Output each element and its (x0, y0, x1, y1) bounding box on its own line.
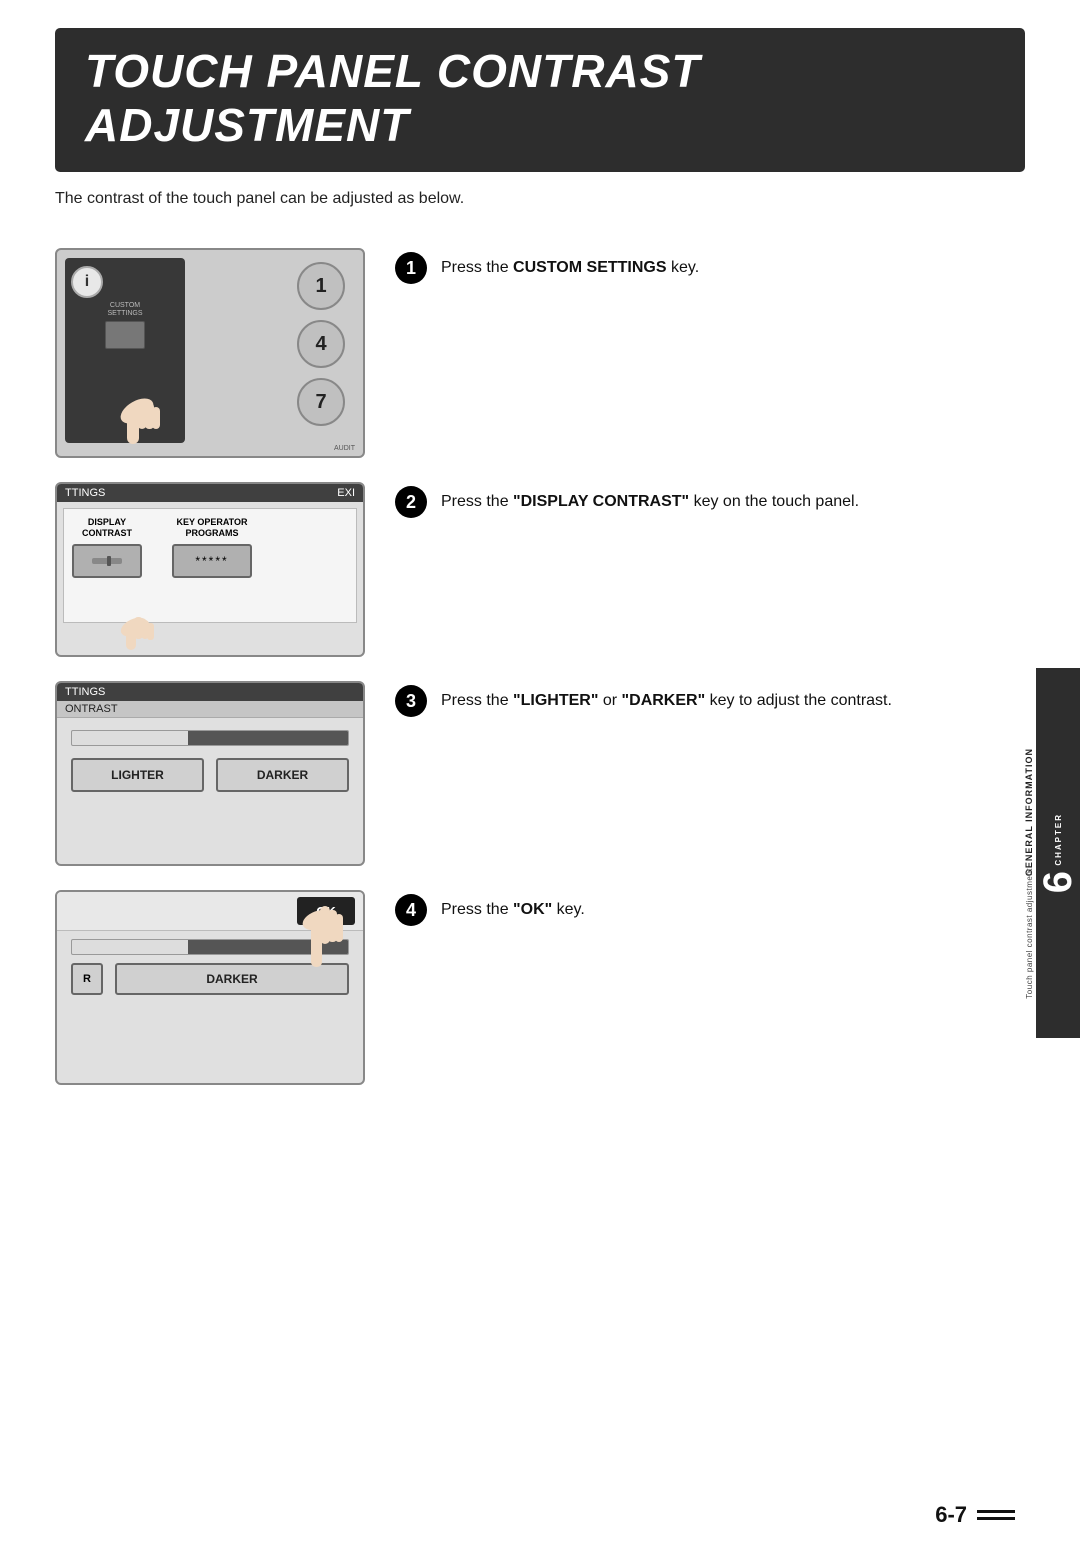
custom-settings-label: CUSTOMSETTINGS (71, 302, 179, 317)
step4-number: 4 (395, 894, 427, 926)
step2-number: 2 (395, 486, 427, 518)
step1-text-block: 1 Press the CUSTOM SETTINGS key. (365, 248, 1025, 284)
screen3-header: TTINGS (57, 683, 363, 701)
step-4: OK R DARKER (55, 890, 1025, 1085)
display-contrast-label: DISPLAYCONTRAST (82, 517, 132, 539)
page-line-2 (977, 1517, 1015, 1520)
step3-number: 3 (395, 685, 427, 717)
key-operator-label: KEY OPERATORPROGRAMS (176, 517, 247, 539)
step2-text: Press the "DISPLAY CONTRAST" key on the … (441, 486, 859, 514)
chapter-number: 6 (1036, 871, 1080, 893)
subtitle: The contrast of the touch panel can be a… (55, 190, 1025, 208)
header-bar: TOUCH PANEL CONTRAST ADJUSTMENT (55, 28, 1025, 172)
page-sidebar-label: Touch panel contrast adjustment (1025, 868, 1034, 999)
step-2: TTINGS EXI DISPLAYCONTRAST (55, 482, 1025, 657)
finger3-icon (293, 892, 358, 972)
page-line-1 (977, 1510, 1015, 1513)
page-title: TOUCH PANEL CONTRAST ADJUSTMENT (85, 44, 995, 152)
page-lines (977, 1510, 1015, 1520)
slider-icon (92, 554, 122, 568)
step1-number: 1 (395, 252, 427, 284)
custom-settings-key[interactable] (105, 321, 145, 349)
key-1[interactable]: 1 (297, 262, 345, 310)
finger2-icon (112, 605, 172, 650)
r-btn[interactable]: R (71, 963, 103, 995)
step2-text-block: 2 Press the "DISPLAY CONTRAST" key on th… (365, 482, 1025, 518)
step4-text: Press the "OK" key. (441, 894, 585, 922)
step1-illustration: i CUSTOMSETTINGS 1 4 7 (55, 248, 365, 458)
general-info-label: GENERAL INFORMATION (1024, 748, 1034, 876)
step4-text-block: 4 Press the "OK" key. (365, 890, 1025, 926)
step3-text: Press the "LIGHTER" or "DARKER" key to a… (441, 685, 892, 713)
chapter-sidebar: CHAPTER 6 (1036, 668, 1080, 1038)
darker-btn-3[interactable]: DARKER (216, 758, 349, 792)
step1-text: Press the CUSTOM SETTINGS key. (441, 252, 699, 280)
step2-illustration: TTINGS EXI DISPLAYCONTRAST (55, 482, 365, 657)
screen3-subheader: ONTRAST (57, 701, 363, 718)
chapter-label: CHAPTER (1054, 813, 1063, 866)
finger-icon (107, 381, 187, 451)
step3-illustration: TTINGS ONTRAST LIGHTER DARKER (55, 681, 365, 866)
step3-text-block: 3 Press the "LIGHTER" or "DARKER" key to… (365, 681, 1025, 717)
step4-illustration: OK R DARKER (55, 890, 365, 1085)
page-number: 6-7 (935, 1502, 967, 1528)
page-number-area: 6-7 (935, 1502, 1015, 1528)
key-7[interactable]: 7 (297, 378, 345, 426)
step-1: i CUSTOMSETTINGS 1 4 7 (55, 248, 1025, 458)
display-contrast-btn[interactable] (72, 544, 142, 578)
info-button[interactable]: i (71, 266, 103, 298)
step-3: TTINGS ONTRAST LIGHTER DARKER 3 Press th… (55, 681, 1025, 866)
key-4[interactable]: 4 (297, 320, 345, 368)
key-operator-btn[interactable]: ***** (172, 544, 252, 578)
screen2-header: TTINGS EXI (57, 484, 363, 502)
audit-label: AUDIT (334, 445, 355, 452)
lighter-btn[interactable]: LIGHTER (71, 758, 204, 792)
